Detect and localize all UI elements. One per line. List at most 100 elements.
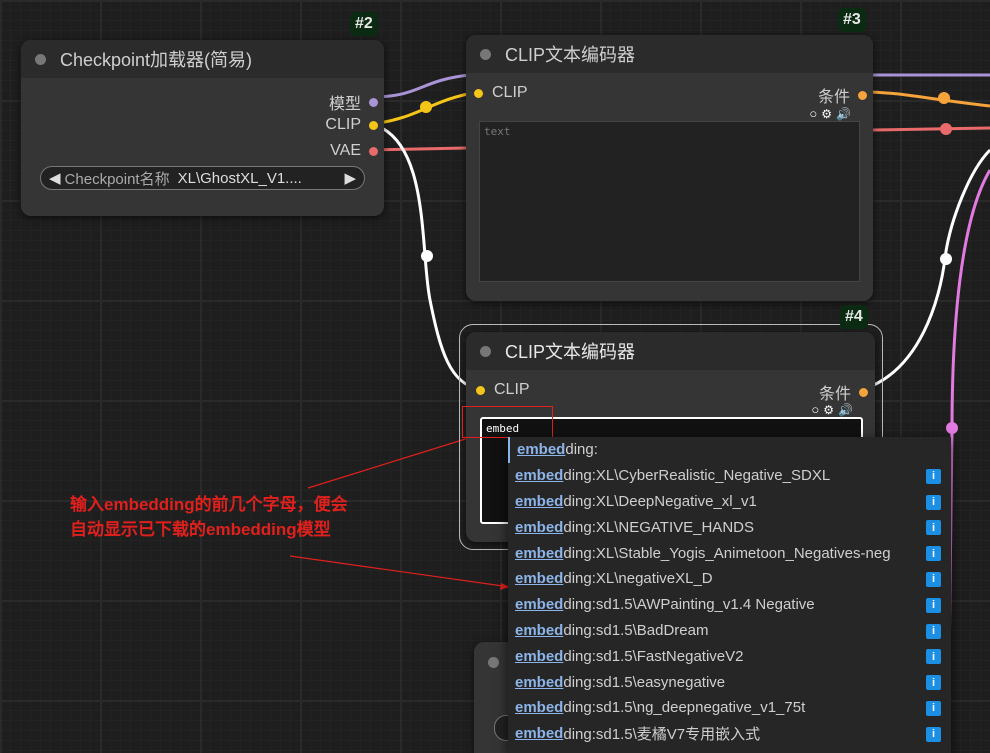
autocomplete-item[interactable]: embed ding:sd1.5\BadDream i — [508, 618, 951, 644]
autocomplete-item[interactable]: embed ding:XL\Stable_Yogis_Animetoon_Nega… — [508, 540, 951, 566]
gear-icon[interactable]: ⚙ — [821, 107, 832, 121]
clip-text-encoder-node-3[interactable]: CLIP文本编码器 CLIP 条件 ○ ⚙ 🔊 text — [466, 35, 873, 301]
match-text: embed — [515, 673, 564, 691]
node-title: CLIP文本编码器 — [505, 342, 636, 362]
checkpoint-name-combo[interactable]: ◀ Checkpoint名称 XL\GhostXL_V1.... ▶ — [40, 166, 365, 190]
annotation-text: 输入embedding的前几个字母，便会 自动显示已下载的embedding模型 — [70, 492, 400, 542]
node-title: CLIP文本编码器 — [505, 45, 636, 65]
autocomplete-item[interactable]: embed ding:XL\negativeXL_D i — [508, 566, 951, 592]
input-clip[interactable]: CLIP — [474, 84, 528, 102]
node-title: Checkpoint加载器(简易) — [60, 50, 253, 70]
widget-icon-group: ○ ⚙ 🔊 — [811, 402, 853, 417]
item-rest-text: ding:XL\Stable_Yogis_Animetoon_Negatives… — [563, 544, 891, 562]
output-clip[interactable]: CLIP — [325, 116, 378, 134]
widget-icon-group: ○ ⚙ 🔊 — [809, 106, 851, 121]
conditioning-slot-icon[interactable] — [858, 90, 867, 100]
match-text: embed — [515, 518, 564, 536]
node-title-bar[interactable]: CLIP文本编码器 — [466, 332, 875, 370]
info-icon[interactable]: i — [926, 468, 941, 484]
checkpoint-loader-node[interactable]: Checkpoint加载器(简易) 模型 CLIP VAE ◀ Checkpoi… — [21, 40, 384, 216]
info-icon[interactable]: i — [926, 675, 941, 691]
input-label: CLIP — [492, 84, 528, 101]
match-text: embed — [515, 647, 564, 665]
info-icon[interactable]: i — [926, 649, 941, 665]
circle-icon[interactable]: ○ — [811, 402, 819, 417]
node-id-badge: #4 — [840, 305, 868, 329]
item-rest-text: ding:XL\DeepNegative_xl_v1 — [563, 492, 757, 510]
match-text: embed — [515, 544, 564, 562]
clip-slot-icon[interactable] — [474, 88, 483, 98]
collapse-dot-icon[interactable] — [480, 48, 491, 60]
match-text: embed — [515, 725, 564, 743]
speaker-icon[interactable]: 🔊 — [838, 403, 853, 417]
combo-right-arrow-icon[interactable]: ▶ — [344, 169, 356, 187]
prompt-textarea[interactable]: text — [479, 121, 860, 282]
autocomplete-item[interactable]: embed ding:sd1.5\FastNegativeV2 i — [508, 643, 951, 669]
match-text: embed — [517, 441, 566, 459]
output-conditioning[interactable]: 条件 — [819, 380, 868, 404]
item-rest-text: ding:sd1.5\ng_deepnegative_v1_75t — [563, 699, 806, 717]
match-text: embed — [515, 699, 564, 717]
input-label: CLIP — [494, 381, 530, 398]
vae-slot-icon[interactable] — [369, 146, 378, 156]
circle-icon[interactable]: ○ — [809, 106, 817, 121]
item-rest-text: ding:sd1.5\easynegative — [563, 673, 726, 691]
combo-value: XL\GhostXL_V1.... — [177, 169, 302, 187]
collapse-dot-icon[interactable] — [35, 53, 46, 65]
output-label: VAE — [330, 142, 361, 159]
output-label: 条件 — [817, 89, 850, 106]
autocomplete-item[interactable]: embed ding:XL\DeepNegative_xl_v1 i — [508, 489, 951, 515]
collapse-dot-icon[interactable] — [480, 345, 491, 357]
output-conditioning[interactable]: 条件 — [818, 83, 867, 107]
autocomplete-item[interactable]: embed ding:sd1.5\AWPainting_v1.4 Negative… — [508, 592, 951, 618]
gear-icon[interactable]: ⚙ — [823, 403, 834, 417]
input-clip[interactable]: CLIP — [476, 381, 530, 399]
info-icon[interactable]: i — [926, 726, 941, 742]
node-title-bar[interactable]: CLIP文本编码器 — [466, 35, 873, 73]
clip-slot-icon[interactable] — [476, 385, 485, 395]
match-text: embed — [515, 596, 564, 614]
item-rest-text: ding:sd1.5\AWPainting_v1.4 Negative — [563, 596, 815, 614]
combo-left-arrow-icon[interactable]: ◀ — [49, 169, 61, 187]
info-icon[interactable]: i — [926, 494, 941, 510]
info-icon[interactable]: i — [926, 623, 941, 639]
info-icon[interactable]: i — [926, 571, 941, 587]
output-label: 模型 — [328, 96, 361, 113]
pink-link — [946, 169, 990, 753]
output-vae[interactable]: VAE — [330, 142, 378, 160]
info-icon[interactable]: i — [926, 546, 941, 562]
autocomplete-item[interactable]: embed ding:XL\CyberRealistic_Negative_SDX… — [508, 463, 951, 489]
node-id-badge: #3 — [838, 8, 866, 32]
collapse-dot-icon[interactable] — [488, 657, 499, 668]
node-id-badge: #2 — [350, 12, 378, 36]
highlight-box — [462, 406, 553, 438]
item-rest-text: ding:XL\NEGATIVE_HANDS — [563, 518, 754, 536]
clip-slot-icon[interactable] — [369, 120, 378, 130]
autocomplete-item[interactable]: embed ding:sd1.5\ng_deepnegative_v1_75t i — [508, 695, 951, 721]
output-label: 条件 — [818, 386, 851, 403]
model-slot-icon[interactable] — [369, 97, 378, 107]
annotation-arrow-2 — [289, 555, 511, 588]
match-text: embed — [515, 492, 564, 510]
autocomplete-dropdown[interactable]: embed ding: embed ding:XL\CyberRealistic_Ne… — [508, 437, 951, 753]
annotation-line-2: 自动显示已下载的embedding模型 — [70, 520, 331, 539]
autocomplete-item[interactable]: embed ding:sd1.5\easynegative i — [508, 669, 951, 695]
autocomplete-item[interactable]: embed ding:XL\NEGATIVE_HANDS i — [508, 514, 951, 540]
conditioning-slot-icon[interactable] — [859, 387, 868, 397]
cond-link-3 — [861, 90, 990, 108]
clip-link-3 — [371, 90, 479, 126]
info-icon[interactable]: i — [926, 597, 941, 613]
speaker-icon[interactable]: 🔊 — [836, 107, 851, 121]
output-model[interactable]: 模型 — [329, 90, 378, 114]
node-title-bar[interactable]: Checkpoint加载器(简易) — [21, 40, 384, 78]
autocomplete-item[interactable]: embed ding:sd1.5\麦橘V7专用嵌入式 i — [508, 721, 951, 747]
autocomplete-item[interactable]: embed ding: — [508, 437, 951, 463]
annotation-line-1: 输入embedding的前几个字母，便会 — [70, 495, 348, 514]
info-icon[interactable]: i — [926, 700, 941, 716]
combo-label: Checkpoint名称 — [64, 170, 170, 188]
item-rest-text: ding:sd1.5\BadDream — [563, 621, 709, 639]
item-rest-text: ding: — [565, 441, 598, 459]
output-label: CLIP — [325, 116, 361, 133]
info-icon[interactable]: i — [926, 520, 941, 536]
item-rest-text: ding:sd1.5\麦橘V7专用嵌入式 — [563, 726, 761, 744]
